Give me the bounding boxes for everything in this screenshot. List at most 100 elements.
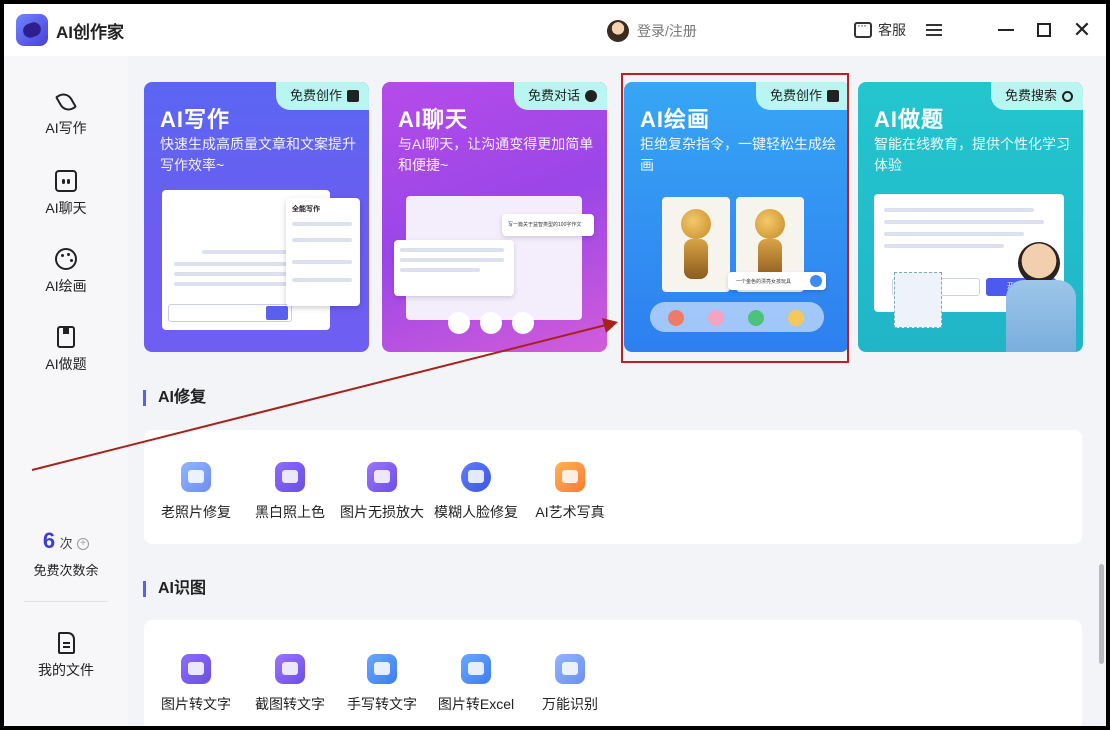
credits-count: 6 [42, 528, 56, 553]
edit-icon [347, 90, 359, 102]
ai-ocr-panel: 图片转文字 截图转文字 手写转文字 图片转Excel 万能识别 [144, 620, 1082, 726]
card-title: AI写作 [160, 107, 231, 132]
credits-label: 免费次数余 [33, 563, 99, 578]
card-badge: 免费对话 [513, 82, 607, 110]
face-restore-icon [461, 462, 491, 492]
art-portrait-icon [555, 462, 585, 492]
sidebar-item-label: AI写作 [45, 120, 87, 136]
tool-label: 图片转Excel [437, 696, 515, 712]
tool-label: AI艺术写真 [535, 504, 605, 520]
tool-label: 图片无损放大 [340, 504, 424, 520]
chat-bot-icon [55, 170, 77, 192]
tool-image-to-text[interactable]: 图片转文字 [150, 654, 242, 714]
tool-label: 老照片修复 [161, 504, 231, 520]
card-title: AI做题 [874, 107, 945, 132]
chat-bubble-text: 写一篇关于益智类型的100字作文 [508, 222, 582, 228]
tool-blurry-face-restore[interactable]: 模糊人脸修复 [428, 462, 524, 522]
card-badge: 免费搜索 [990, 82, 1083, 110]
badge-label: 免费对话 [527, 88, 580, 103]
vertical-scrollbar[interactable] [1099, 564, 1104, 664]
sidebar-item-label: 我的文件 [38, 662, 94, 678]
file-icon [57, 632, 75, 654]
sidebar-divider [24, 601, 108, 602]
image-text-icon [181, 654, 211, 684]
sidebar-item-label: AI绘画 [45, 278, 87, 294]
customer-service-icon [854, 18, 872, 38]
photo-restore-icon [181, 462, 211, 492]
tool-label: 图片转文字 [161, 696, 231, 712]
card-title: AI聊天 [398, 107, 469, 132]
card-ai-quiz[interactable]: 免费搜索 AI做题 智能在线教育，提供个性化学习体验 开始生成 [858, 82, 1083, 352]
sidebar-item-ai-writing[interactable]: AI写作 [26, 89, 106, 138]
sidebar: AI写作 AI聊天 AI绘画 AI做题 6 次 + 免费次数余 我的文件 [4, 56, 128, 726]
mock-panel-title: 全能写作 [292, 206, 320, 213]
tool-label: 模糊人脸修复 [434, 504, 518, 520]
chat-tool-icon [480, 312, 502, 334]
login-button[interactable]: 登录/注册 [607, 18, 697, 44]
upload-preview [894, 272, 942, 328]
sidebar-item-ai-quiz[interactable]: AI做题 [26, 326, 106, 374]
chat-tool-icon [512, 312, 534, 334]
title-bar: AI创作家 登录/注册 客服 ✕ [4, 4, 1106, 56]
menu-icon[interactable] [922, 18, 946, 42]
sidebar-item-label: AI聊天 [45, 200, 87, 216]
excel-icon [461, 654, 491, 684]
pen-icon [54, 89, 78, 115]
sidebar-item-label: AI做题 [45, 356, 87, 372]
card-ai-writing[interactable]: 免费创作 AI写作 快速生成高质量文章和文案提升写作效率~ 全能写作 [144, 82, 369, 352]
tool-lossless-upscale[interactable]: 图片无损放大 [334, 462, 430, 522]
card-ai-chat[interactable]: 免费对话 AI聊天 与AI聊天，让沟通变得更加简单和便捷~ 写一篇关于益智类型的… [382, 82, 607, 352]
card-description: 快速生成高质量文章和文案提升写作效率~ [160, 136, 356, 173]
search-icon [1062, 90, 1073, 102]
section-title-ai-repair: AI修复 [143, 390, 206, 406]
tool-old-photo-restore[interactable]: 老照片修复 [150, 462, 242, 522]
tool-handwriting-to-text[interactable]: 手写转文字 [336, 654, 428, 714]
tool-universal-recognition[interactable]: 万能识别 [524, 654, 616, 714]
badge-label: 免费创作 [289, 88, 342, 103]
tool-ai-art-portrait[interactable]: AI艺术写真 [524, 462, 616, 522]
app-window: AI创作家 登录/注册 客服 ✕ AI写作 AI聊天 AI绘画 AI做题 [4, 4, 1106, 726]
teacher-avatar [1018, 242, 1060, 284]
tool-label: 截图转文字 [255, 696, 325, 712]
support-button[interactable]: 客服 [854, 18, 906, 40]
card-description: 与AI聊天，让沟通变得更加简单和便捷~ [398, 136, 594, 173]
add-credits-icon[interactable]: + [77, 537, 90, 550]
sidebar-item-ai-drawing[interactable]: AI绘画 [26, 248, 106, 296]
handwriting-icon [367, 654, 397, 684]
login-label: 登录/注册 [637, 23, 697, 39]
ai-repair-panel: 老照片修复 黑白照上色 图片无损放大 模糊人脸修复 AI艺术写真 [144, 430, 1082, 544]
tool-label: 手写转文字 [347, 696, 417, 712]
tool-bw-colorize[interactable]: 黑白照上色 [244, 462, 336, 522]
sidebar-item-my-files[interactable]: 我的文件 [26, 632, 106, 680]
writing-options-panel: 全能写作 [286, 198, 360, 306]
app-logo-icon [16, 14, 48, 46]
teacher-figure [1006, 280, 1076, 352]
minimize-icon[interactable] [994, 18, 1018, 42]
chat-bubble-user: 写一篇关于益智类型的100字作文 [502, 214, 594, 236]
upscale-icon [367, 462, 397, 492]
card-description: 智能在线教育，提供个性化学习体验 [874, 136, 1070, 173]
free-credits[interactable]: 6 次 + 免费次数余 [18, 528, 114, 579]
colorize-icon [275, 462, 305, 492]
tool-label: 黑白照上色 [255, 504, 325, 520]
universal-scan-icon [555, 654, 585, 684]
card-badge: 免费创作 [275, 82, 369, 110]
section-title-ai-ocr: AI识图 [143, 581, 206, 597]
task-icon [57, 326, 75, 348]
palette-icon [55, 248, 77, 270]
tool-image-to-excel[interactable]: 图片转Excel [428, 654, 524, 714]
sidebar-item-ai-chat[interactable]: AI聊天 [26, 170, 106, 218]
chat-bubble-icon [585, 90, 597, 102]
highlight-annotation-box [621, 73, 849, 363]
screenshot-text-icon [275, 654, 305, 684]
app-title: AI创作家 [56, 23, 124, 42]
credits-unit: 次 [59, 536, 73, 551]
close-icon[interactable]: ✕ [1070, 17, 1094, 42]
tool-screenshot-to-text[interactable]: 截图转文字 [244, 654, 336, 714]
support-label: 客服 [878, 22, 906, 38]
maximize-icon[interactable] [1032, 18, 1056, 42]
chat-bubble-ai [394, 240, 514, 296]
badge-label: 免费搜索 [1004, 88, 1057, 103]
chat-tool-icon [448, 312, 470, 334]
tool-label: 万能识别 [542, 696, 598, 712]
